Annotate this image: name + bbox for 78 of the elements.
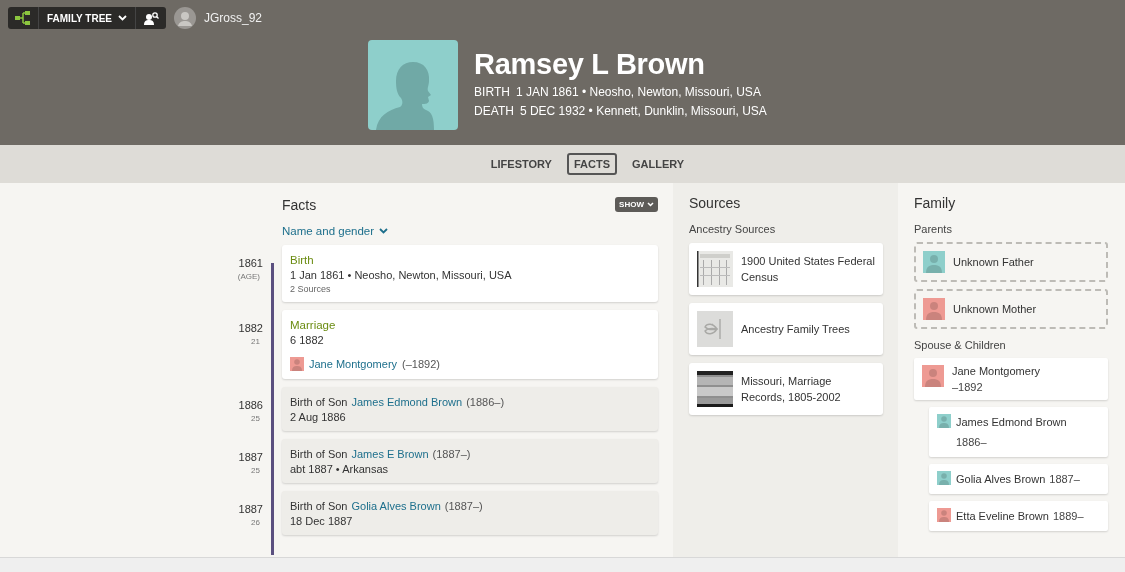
fact-title: Birth of Son [290, 500, 348, 512]
source-card[interactable]: 1900 United States Federal Census [689, 243, 883, 295]
fact-card[interactable]: Birth of Son James E Brown (1887–) abt 1887 • Arkansas [282, 439, 658, 483]
leaf-icon [697, 311, 733, 347]
caret-icon [379, 228, 389, 234]
username[interactable]: JGross_92 [204, 11, 263, 25]
tab[interactable]: LIFESTORY [483, 153, 559, 175]
source-title: 1900 United States Federal Census [741, 254, 875, 285]
event-detail: 5 DEC 1932 • Kennett, Dunklin, Missouri, USA [519, 103, 767, 120]
child-card[interactable]: James Edmond Brown 1886– [929, 407, 1108, 457]
section-title: Facts [282, 196, 317, 213]
parent-card[interactable]: Unknown Father [914, 242, 1108, 282]
event-year: 1882 [238, 322, 263, 334]
event-age: 25 [251, 466, 260, 475]
child-card[interactable]: Etta Eveline Brown 1889– [929, 501, 1108, 531]
section-title: Sources [689, 195, 742, 211]
person-name: Golia Alves Brown [956, 472, 1046, 487]
fact-detail: 2 Aug 1886 [290, 411, 347, 423]
event-age: 26 [251, 518, 260, 527]
event-year: 1861 [238, 257, 263, 269]
life-dates: (1886–) [466, 396, 505, 408]
tab[interactable]: GALLERY [625, 153, 692, 175]
event-label: BIRTH [474, 84, 510, 101]
person-name: Ramsey L Brown [474, 48, 706, 80]
event-year: 1887 [238, 451, 263, 463]
name-gender-toggle[interactable]: Name and gender [282, 225, 389, 237]
source-card[interactable]: Missouri, Marriage Records, 1805-2002 [689, 363, 883, 415]
life-dates: (–1892) [402, 358, 440, 370]
event-label: DEATH [474, 103, 514, 120]
child-card[interactable]: Golia Alves Brown 1887– [929, 464, 1108, 494]
life-dates: (1887–) [444, 500, 483, 512]
person-name: Jane Montgomery [952, 365, 1041, 377]
person-name: Unknown Mother [953, 303, 1037, 315]
tab[interactable]: FACTS [566, 153, 617, 175]
source-title: Missouri, Marriage Records, 1805-2002 [741, 374, 842, 405]
source-count: 2 Sources [290, 284, 332, 294]
fact-title: Marriage [290, 319, 337, 331]
fact-card[interactable]: Marriage 6 1882 Jane Montgomery (–1892) [282, 310, 658, 379]
parent-card[interactable]: Unknown Mother [914, 289, 1108, 329]
event-year: 1887 [238, 503, 263, 515]
person-link[interactable]: Golia Alves Brown [351, 500, 441, 512]
fact-detail: 18 Dec 1887 [290, 515, 354, 527]
source-card[interactable]: Ancestry Family Trees [689, 303, 883, 355]
fact-title: Birth of Son [290, 396, 348, 408]
user-avatar[interactable] [174, 7, 196, 29]
source-title: Ancestry Family Trees [741, 322, 850, 337]
fact-card[interactable]: Birth of Son James Edmond Brown (1886–) 2 Aug 1886 [282, 387, 658, 431]
caret-icon [647, 201, 654, 207]
event-age: 25 [251, 414, 260, 423]
event-year: 1886 [238, 399, 263, 411]
subsection-label: Parents [914, 223, 953, 235]
fact-title: Birth [290, 254, 315, 266]
section-title: Family [914, 195, 957, 211]
person-link[interactable]: James E Brown [351, 448, 429, 460]
life-dates: 1889– [1052, 509, 1084, 524]
fact-card[interactable]: Birth of Son Golia Alves Brown (1887–) 18 Dec 1887 [282, 491, 658, 535]
show-button[interactable]: SHOW [615, 196, 658, 212]
fact-detail: 1 Jan 1861 • Neosho, Newton, Missouri, USA [290, 269, 513, 281]
event-age: 21 [251, 337, 260, 346]
person-name: James Edmond Brown [956, 415, 1067, 430]
life-dates: 1886– [956, 435, 987, 450]
spouse-card[interactable]: Jane Montgomery –1892 [914, 358, 1108, 400]
caret-icon [118, 15, 127, 21]
person-name: Etta Eveline Brown [956, 509, 1049, 524]
person-name: Unknown Father [953, 256, 1034, 268]
person-link[interactable]: Jane Montgomery [309, 358, 398, 370]
subsection-label: Ancestry Sources [689, 223, 777, 235]
fact-card[interactable]: Birth 1 Jan 1861 • Neosho, Newton, Missouri, USA 2 Sources [282, 245, 658, 302]
subsection-label: Spouse & Children [914, 339, 1007, 351]
life-dates: (1887–) [432, 448, 471, 460]
event-detail: 1 JAN 1861 • Neosho, Newton, Missouri, USA [515, 84, 761, 101]
life-dates: –1892 [952, 381, 984, 393]
life-dates: 1887– [1049, 472, 1080, 487]
fact-title: Birth of Son [290, 448, 348, 460]
event-age: (AGE) [237, 272, 260, 281]
person-link[interactable]: James Edmond Brown [351, 396, 463, 408]
fact-detail: abt 1887 • Arkansas [290, 463, 390, 475]
fact-detail: 6 1882 [290, 334, 325, 346]
